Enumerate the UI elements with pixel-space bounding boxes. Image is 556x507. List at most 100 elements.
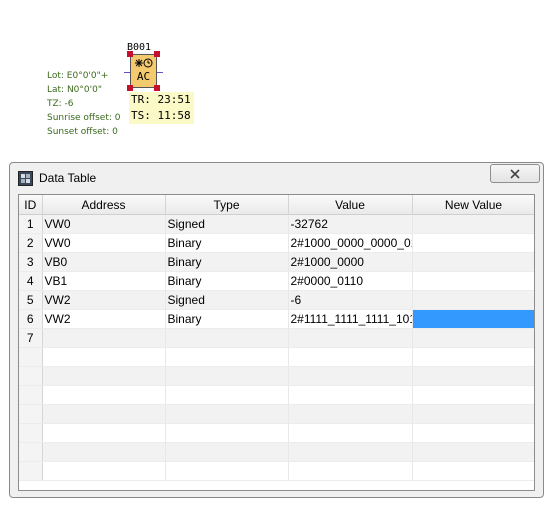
- data-table-window: Data Table ID Address Type Value New Val…: [9, 162, 544, 498]
- address-cell[interactable]: [42, 366, 166, 386]
- type-cell[interactable]: [165, 423, 289, 443]
- selection-handle[interactable]: [154, 51, 160, 57]
- sun-times-readout: TR: 23:51 TS: 11:58: [129, 92, 194, 124]
- new-value-cell[interactable]: [412, 309, 534, 329]
- value-cell[interactable]: [288, 347, 413, 367]
- table-row[interactable]: [19, 423, 534, 443]
- table-row[interactable]: 3 VB0 Binary 2#1000_0000: [19, 252, 534, 272]
- address-cell[interactable]: VB0: [42, 252, 166, 272]
- value-cell[interactable]: 2#1000_0000_0000_0110: [288, 233, 413, 253]
- new-value-cell[interactable]: [412, 214, 534, 234]
- sunset-time: TS: 11:58: [131, 109, 191, 122]
- row-id-cell: 1: [19, 214, 43, 234]
- data-table: ID Address Type Value New Value 1 VW0 Sign…: [19, 195, 534, 481]
- value-cell[interactable]: [288, 423, 413, 443]
- block-type-label: AC: [136, 70, 151, 83]
- type-cell[interactable]: Signed: [165, 214, 289, 234]
- table-row[interactable]: [19, 347, 534, 367]
- new-value-cell[interactable]: [412, 404, 534, 424]
- row-id-cell: [19, 385, 43, 405]
- row-id-cell: 2: [19, 233, 43, 253]
- new-value-cell[interactable]: [412, 328, 534, 348]
- logo-app-icon: [18, 171, 33, 186]
- type-cell[interactable]: [165, 461, 289, 481]
- address-cell[interactable]: [42, 442, 166, 462]
- value-cell[interactable]: 2#1000_0000: [288, 252, 413, 272]
- address-cell[interactable]: [42, 385, 166, 405]
- table-row[interactable]: 4 VB1 Binary 2#0000_0110: [19, 271, 534, 291]
- address-cell[interactable]: VW0: [42, 233, 166, 253]
- new-value-cell[interactable]: [412, 233, 534, 253]
- table-row[interactable]: 7: [19, 328, 534, 348]
- close-button[interactable]: [490, 164, 540, 183]
- longitude-param: Lot: E0°0'0"+: [47, 71, 109, 81]
- value-cell[interactable]: [288, 404, 413, 424]
- value-cell[interactable]: 2#1111_1111_1111_1010: [288, 309, 413, 329]
- value-cell[interactable]: [288, 328, 413, 348]
- type-cell[interactable]: [165, 328, 289, 348]
- table-row[interactable]: 2VW0Binary2#1000_0000_0000_0110: [19, 233, 534, 253]
- address-cell[interactable]: VB1: [42, 271, 166, 291]
- type-cell[interactable]: Signed: [165, 290, 289, 310]
- value-cell[interactable]: [288, 461, 413, 481]
- column-header-value[interactable]: Value: [288, 195, 413, 215]
- astronomical-clock-block[interactable]: AC: [127, 51, 160, 91]
- row-id-cell: [19, 442, 43, 462]
- window-titlebar[interactable]: Data Table: [10, 163, 543, 193]
- table-row[interactable]: [19, 404, 534, 424]
- address-cell[interactable]: VW2: [42, 290, 166, 310]
- close-icon: [510, 168, 520, 179]
- table-row[interactable]: 6 VW2 Binary 2#1111_1111_1111_1010: [19, 309, 534, 329]
- table-row[interactable]: [19, 385, 534, 405]
- type-cell[interactable]: Binary: [165, 271, 289, 291]
- address-cell[interactable]: [42, 328, 166, 348]
- value-cell[interactable]: [288, 442, 413, 462]
- value-cell[interactable]: 2#0000_0110: [288, 271, 413, 291]
- block-parameters: Lot: E0°0'0"+ Lat: N0°0'0" TZ: -6 Sunris…: [47, 69, 121, 139]
- new-value-cell[interactable]: [412, 271, 534, 291]
- type-cell[interactable]: Binary: [165, 309, 289, 329]
- type-cell[interactable]: [165, 385, 289, 405]
- address-cell[interactable]: [42, 461, 166, 481]
- new-value-cell[interactable]: [412, 347, 534, 367]
- table-row[interactable]: [19, 461, 534, 481]
- table-row[interactable]: 5 VW2 Signed -6: [19, 290, 534, 310]
- value-cell[interactable]: [288, 385, 413, 405]
- latitude-param: Lat: N0°0'0": [47, 85, 102, 95]
- table-row[interactable]: 1 VW0 Signed -32762: [19, 214, 534, 234]
- address-cell[interactable]: [42, 423, 166, 443]
- column-header-id[interactable]: ID: [19, 195, 43, 215]
- address-cell[interactable]: VW2: [42, 309, 166, 329]
- value-cell[interactable]: -32762: [288, 214, 413, 234]
- new-value-cell[interactable]: [412, 385, 534, 405]
- row-id-cell: 4: [19, 271, 43, 291]
- type-cell[interactable]: [165, 404, 289, 424]
- selection-handle[interactable]: [127, 51, 133, 57]
- table-row[interactable]: [19, 442, 534, 462]
- new-value-cell[interactable]: [412, 290, 534, 310]
- data-table-grid[interactable]: ID Address Type Value New Value 1 VW0 Sign…: [18, 194, 535, 491]
- output-connector[interactable]: [157, 72, 163, 73]
- value-cell[interactable]: -6: [288, 290, 413, 310]
- new-value-cell[interactable]: [412, 252, 534, 272]
- value-cell[interactable]: [288, 366, 413, 386]
- type-cell[interactable]: [165, 366, 289, 386]
- column-header-new-value[interactable]: New Value: [412, 195, 534, 215]
- type-cell[interactable]: [165, 347, 289, 367]
- row-id-cell: [19, 366, 43, 386]
- new-value-cell[interactable]: [412, 442, 534, 462]
- table-row[interactable]: [19, 366, 534, 386]
- new-value-cell[interactable]: [412, 423, 534, 443]
- address-cell[interactable]: [42, 404, 166, 424]
- new-value-cell[interactable]: [412, 461, 534, 481]
- new-value-cell[interactable]: [412, 366, 534, 386]
- selection-handle[interactable]: [154, 85, 160, 91]
- column-header-type[interactable]: Type: [165, 195, 289, 215]
- selection-handle[interactable]: [127, 85, 133, 91]
- column-header-address[interactable]: Address: [42, 195, 166, 215]
- type-cell[interactable]: Binary: [165, 252, 289, 272]
- address-cell[interactable]: VW0: [42, 214, 166, 234]
- address-cell[interactable]: [42, 347, 166, 367]
- type-cell[interactable]: Binary: [165, 233, 289, 253]
- type-cell[interactable]: [165, 442, 289, 462]
